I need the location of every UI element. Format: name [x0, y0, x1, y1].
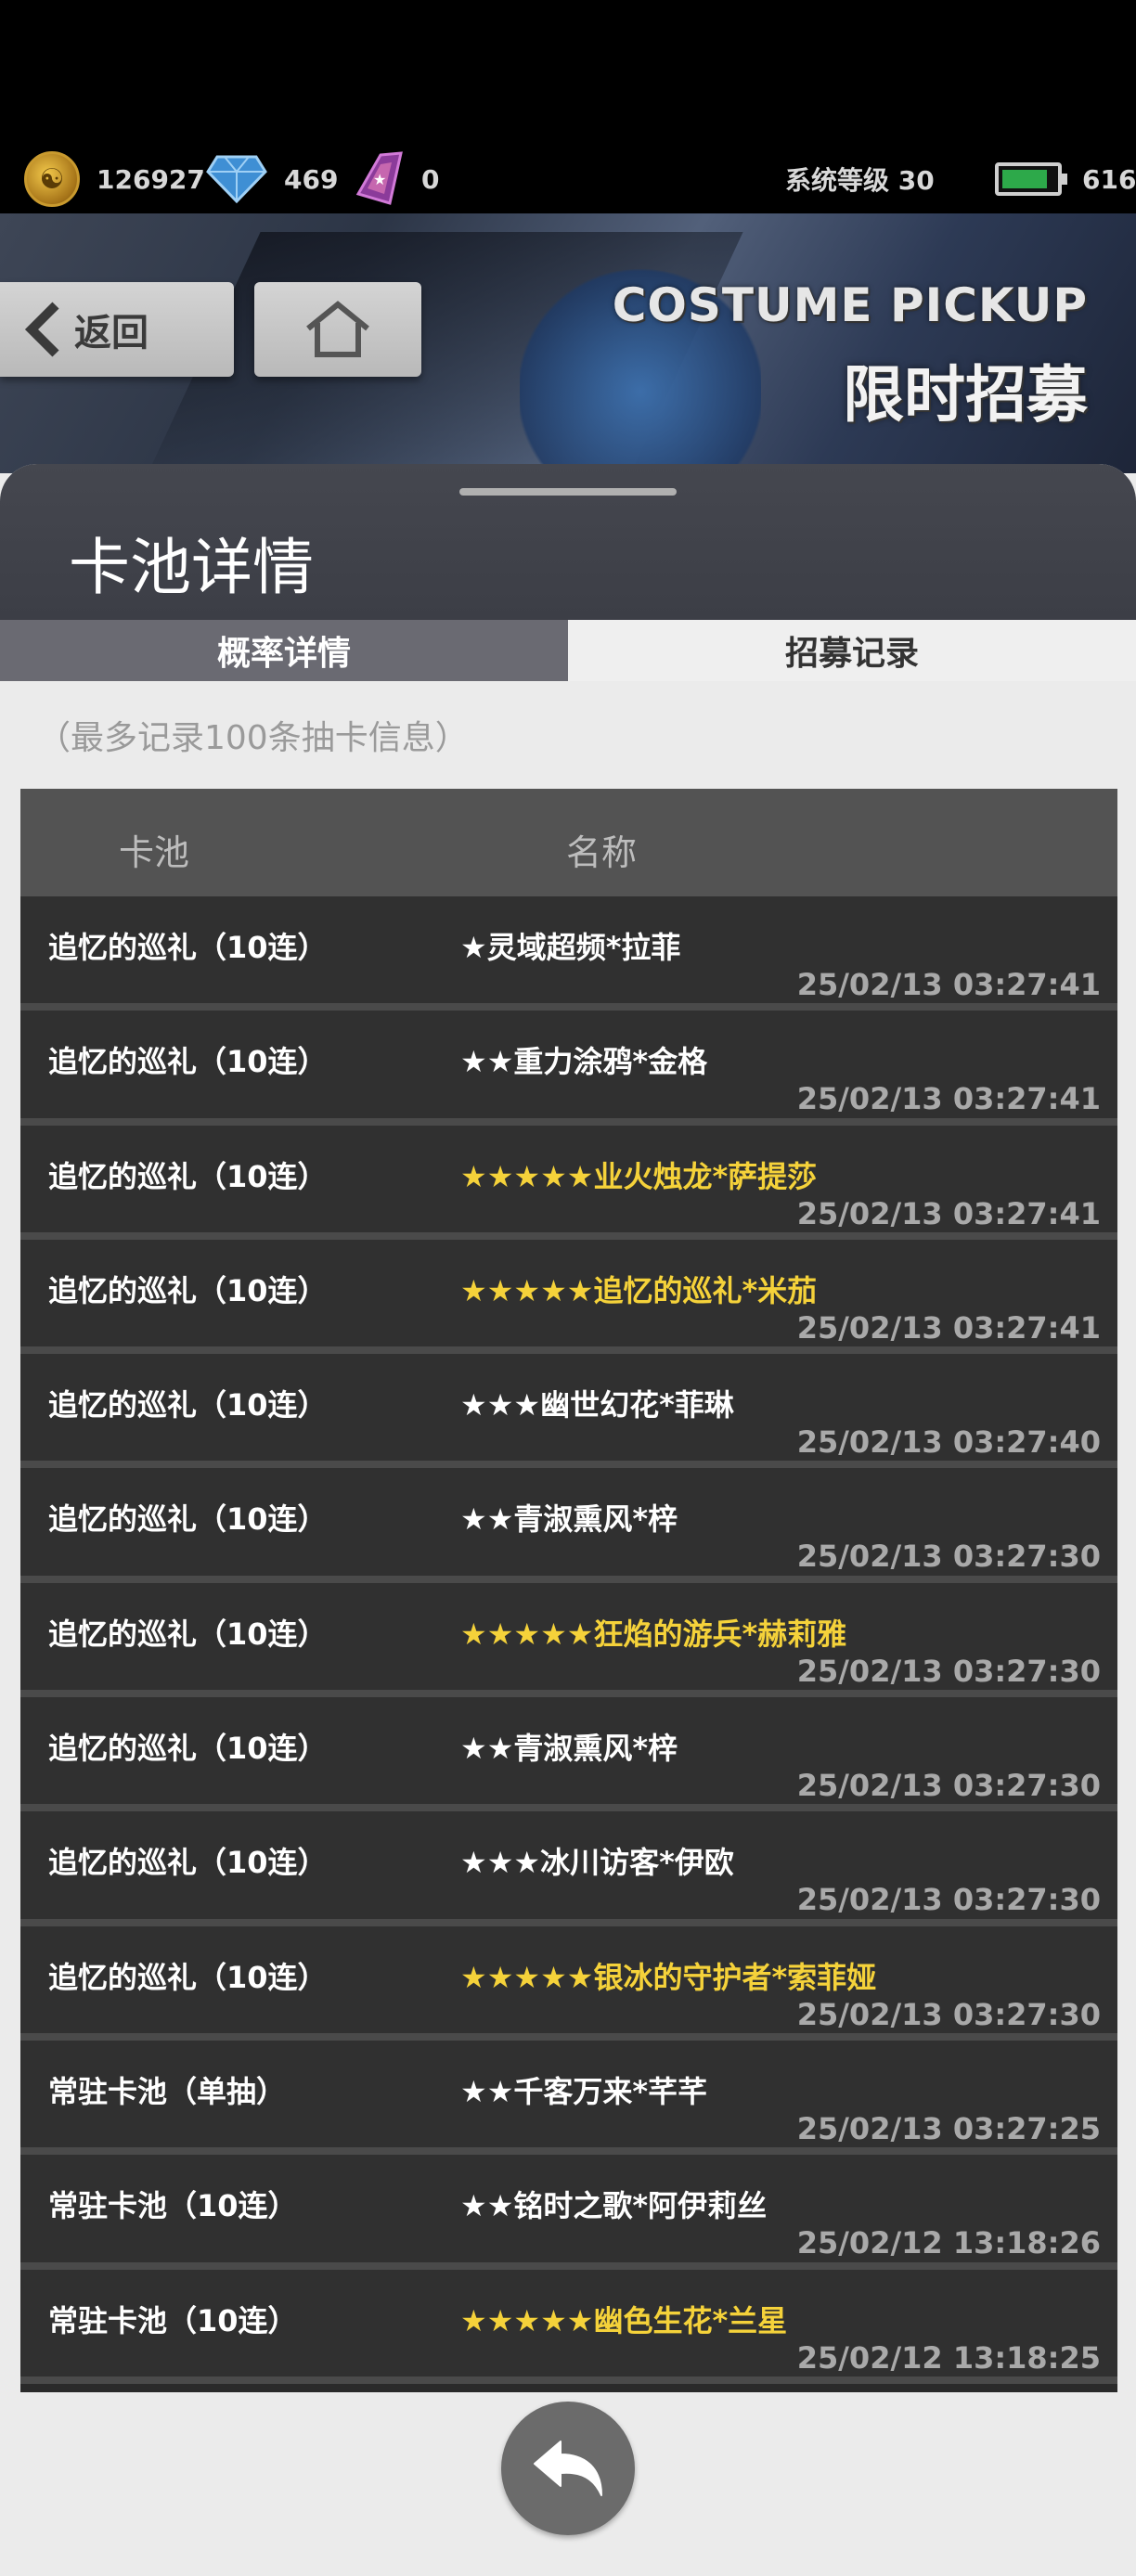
record-limit-note: （最多记录100条抽卡信息）	[37, 719, 469, 757]
row-timestamp: 25/02/13 03:27:41	[796, 1195, 1101, 1231]
column-header-pool: 卡池	[119, 832, 190, 873]
banner-title-en: COSTUME PICKUP	[612, 278, 1088, 332]
column-header-name: 名称	[566, 832, 638, 873]
row-pool: 常驻卡池（10连）	[48, 2188, 298, 2224]
row-pool: 追忆的巡礼（10连）	[48, 1044, 328, 1080]
table-row[interactable]: 追忆的巡礼（10连） ★★★幽世幻花*菲琳 25/02/13 03:27:40	[20, 1354, 1117, 1469]
row-character-name: ★★重力涂鸦*金格	[460, 1044, 708, 1080]
back-button[interactable]: 返回	[0, 282, 234, 377]
row-pool: 追忆的巡礼（10连）	[48, 1959, 328, 1995]
table-row[interactable]: 追忆的巡礼（10连） ★★★★★狂焰的游兵*赫莉雅 25/02/13 03:27:3…	[20, 1582, 1117, 1698]
home-icon	[306, 301, 369, 357]
row-timestamp: 25/02/12 13:18:25	[796, 2339, 1101, 2376]
row-pool: 追忆的巡礼（10连）	[48, 1387, 328, 1423]
table-row[interactable]: 追忆的巡礼（10连） ★★★★★银冰的守护者*索菲娅 25/02/13 03:27:…	[20, 1926, 1117, 2041]
table-row[interactable]: 追忆的巡礼（10连） ★★★冰川访客*伊欧 25/02/13 03:27:30	[20, 1811, 1117, 1926]
drag-handle[interactable]	[459, 488, 677, 496]
shard-icon: ★	[355, 151, 403, 205]
row-timestamp: 25/02/13 03:27:30	[796, 1996, 1101, 2032]
row-timestamp: 25/02/13 03:27:25	[796, 2110, 1101, 2146]
row-character-name: ★★★★★追忆的巡礼*米茄	[460, 1272, 818, 1308]
row-timestamp: 25/02/13 03:27:41	[796, 967, 1101, 1002]
row-character-name: ★★★★★狂焰的游兵*赫莉雅	[460, 1616, 847, 1652]
row-character-name: ★★青淑熏风*梓	[460, 1501, 678, 1538]
row-pool: 常驻卡池（10连）	[48, 2302, 298, 2338]
tab-recruit-history[interactable]: 招募记录	[568, 620, 1136, 681]
panel-header: 卡池详情	[0, 464, 1136, 620]
stamina-value: 616	[1082, 163, 1136, 195]
gem-value: 469	[284, 163, 339, 195]
row-timestamp: 25/02/13 03:27:40	[796, 1424, 1101, 1461]
row-character-name: ★★青淑熏风*梓	[460, 1731, 678, 1767]
row-character-name: ★★★★★银冰的守护者*索菲娅	[460, 1959, 877, 1995]
row-character-name: ★★★幽世幻花*菲琳	[460, 1387, 734, 1423]
row-character-name: ★★铭时之歌*阿伊莉丝	[460, 2188, 768, 2224]
undo-arrow-icon	[534, 2441, 602, 2496]
coin-icon: ☯	[24, 151, 80, 207]
battery-icon	[995, 162, 1067, 196]
system-level-text: 系统等级 30	[785, 165, 935, 196]
stamina-counter: 616	[995, 147, 1136, 212]
table-row[interactable]: 常驻卡池（10连） ★★★★★幽色生花*兰星 25/02/12 13:18:25	[20, 2269, 1117, 2384]
table-row[interactable]: 追忆的巡礼（10连） ★★重力涂鸦*金格 25/02/13 03:27:41	[20, 1011, 1117, 1126]
table-row[interactable]: 追忆的巡礼（10连） ★★★★★业火烛龙*萨提莎 25/02/13 03:27:41	[20, 1125, 1117, 1240]
chevron-left-icon	[24, 302, 59, 357]
svg-text:★: ★	[373, 171, 386, 188]
table-row[interactable]: 常驻卡池（单抽） ★★千客万来*芊芊 25/02/13 03:27:25	[20, 2040, 1117, 2156]
table-row[interactable]: 追忆的巡礼（10连） ★★青淑熏风*梓 25/02/13 03:27:30	[20, 1468, 1117, 1583]
row-character-name: ★灵域超频*拉菲	[460, 930, 681, 965]
row-character-name: ★★★★★业火烛龙*萨提莎	[460, 1158, 818, 1194]
table-row[interactable]: 追忆的巡礼（10连） ★灵域超频*拉菲 25/02/13 03:27:41	[20, 896, 1117, 1011]
shard-counter: ★ 0	[353, 147, 439, 212]
table-row[interactable]: 追忆的巡礼（10连） ★★青淑熏风*梓 25/02/13 03:27:30	[20, 1697, 1117, 1812]
table-header: 卡池 名称	[20, 789, 1117, 896]
row-pool: 追忆的巡礼（10连）	[48, 1158, 328, 1194]
row-character-name: ★★★★★幽色生花*兰星	[460, 2302, 788, 2338]
home-button[interactable]	[254, 282, 421, 377]
row-timestamp: 25/02/13 03:27:30	[796, 1882, 1101, 1918]
row-timestamp: 25/02/13 03:27:30	[796, 1539, 1101, 1575]
diamond-icon	[206, 155, 267, 203]
gem-counter: 469	[206, 147, 338, 212]
history-table[interactable]: 卡池 名称 追忆的巡礼（10连） ★灵域超频*拉菲 25/02/13 03:27:4…	[20, 789, 1117, 2392]
row-pool: 追忆的巡礼（10连）	[48, 1731, 328, 1767]
status-bar: ☯ 126927 469 ★ 0 系统等级 30 616	[0, 0, 1136, 213]
back-label: 返回	[74, 312, 148, 354]
row-timestamp: 25/02/12 13:18:26	[796, 2225, 1101, 2261]
row-pool: 追忆的巡礼（10连）	[48, 1272, 328, 1308]
row-character-name: ★★★冰川访客*伊欧	[460, 1845, 734, 1881]
coin-value: 126927	[97, 163, 205, 195]
row-timestamp: 25/02/13 03:27:41	[796, 1081, 1101, 1117]
system-level: 系统等级 30	[785, 147, 935, 212]
row-pool: 常驻卡池（单抽）	[48, 2073, 287, 2109]
row-pool: 追忆的巡礼（10连）	[48, 930, 328, 965]
table-row[interactable]: 常驻卡池（10连） ★★铭时之歌*阿伊莉丝 25/02/12 13:18:26	[20, 2155, 1117, 2270]
row-pool: 追忆的巡礼（10连）	[48, 1845, 328, 1881]
return-button[interactable]	[501, 2402, 635, 2535]
panel-title: 卡池详情	[69, 532, 314, 603]
tab-bar: 概率详情 招募记录	[0, 620, 1136, 681]
row-timestamp: 25/02/13 03:27:41	[796, 1309, 1101, 1346]
coin-counter: ☯ 126927	[24, 147, 205, 212]
shard-value: 0	[421, 163, 440, 195]
row-character-name: ★★千客万来*芊芊	[460, 2073, 708, 2109]
row-pool: 追忆的巡礼（10连）	[48, 1616, 328, 1652]
row-pool: 追忆的巡礼（10连）	[48, 1501, 328, 1538]
banner-title-cn: 限时招募	[843, 359, 1088, 431]
row-timestamp: 25/02/13 03:27:30	[796, 1768, 1101, 1804]
table-body: 追忆的巡礼（10连） ★灵域超频*拉菲 25/02/13 03:27:41 追忆的巡礼…	[20, 896, 1117, 2384]
pool-details-panel: 卡池详情 概率详情 招募记录 （最多记录100条抽卡信息） 卡池 名称 追忆的巡…	[0, 464, 1136, 2576]
table-row[interactable]: 追忆的巡礼（10连） ★★★★★追忆的巡礼*米茄 25/02/13 03:27:41	[20, 1239, 1117, 1355]
tab-probability-details[interactable]: 概率详情	[0, 620, 568, 681]
row-timestamp: 25/02/13 03:27:30	[796, 1653, 1101, 1689]
